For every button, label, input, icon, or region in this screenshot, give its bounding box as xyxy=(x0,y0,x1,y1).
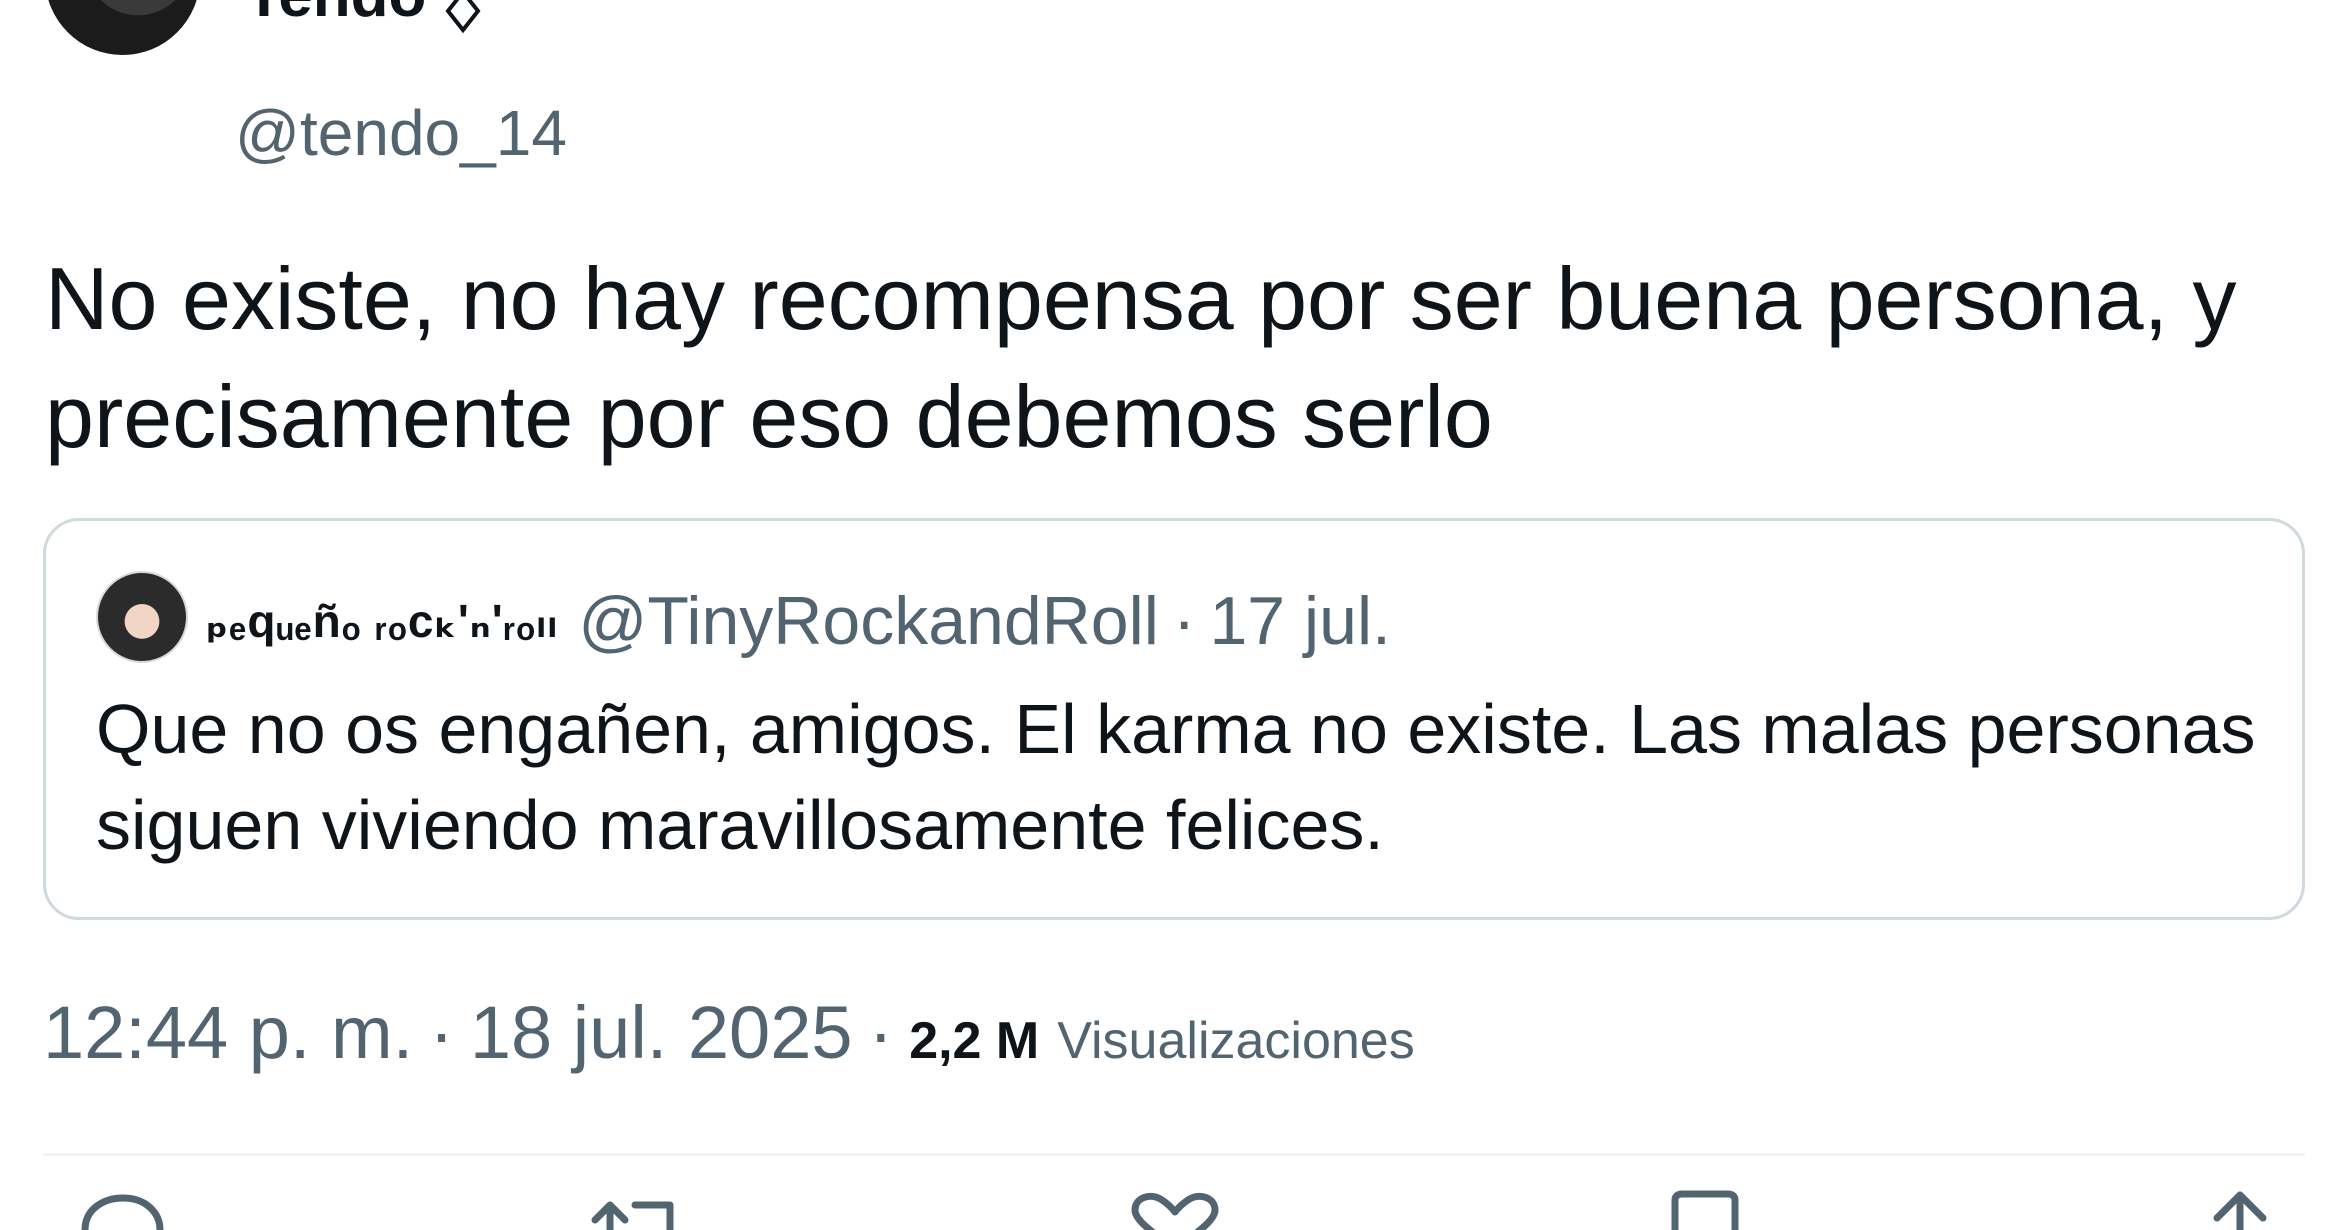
author-display-name-row[interactable]: Tendo xyxy=(245,0,486,34)
author-display-name[interactable]: Tendo xyxy=(245,0,426,32)
tweet-text: No existe, no hay recompensa por ser bue… xyxy=(45,249,2237,466)
action-bar xyxy=(0,1190,2350,1230)
tweet-time[interactable]: 12:44 p. m. xyxy=(43,990,413,1075)
author-avatar[interactable] xyxy=(45,0,200,55)
quoted-author-avatar xyxy=(96,571,188,663)
quoted-tweet-card[interactable]: ₚₑqᵤₑñₒ ᵣₒcₖ'ₙ'ᵣₒₗₗ @TinyRockandRoll · 1… xyxy=(43,518,2305,920)
like-icon[interactable] xyxy=(1120,1190,1230,1230)
quoted-tweet-text: Que no os engañen, amigos. El karma no e… xyxy=(96,690,2256,864)
diamond-badge-icon xyxy=(445,0,481,34)
bookmark-icon[interactable] xyxy=(1650,1190,1760,1230)
quoted-tweet-header: ₚₑqᵤₑñₒ ᵣₒcₖ'ₙ'ᵣₒₗₗ @TinyRockandRoll · 1… xyxy=(206,581,1391,661)
quoted-tweet-date: 17 jul. xyxy=(1209,583,1391,659)
tweet-detail-view: Tendo @tendo_14 No existe, no hay recomp… xyxy=(0,0,2350,1230)
tweet-meta: 12:44 p. m. · 18 jul. 2025 · 2,2 M Visua… xyxy=(43,990,1415,1086)
repost-icon[interactable] xyxy=(585,1190,695,1230)
views-count[interactable]: 2,2 M xyxy=(909,1011,1039,1071)
share-icon[interactable] xyxy=(2185,1190,2295,1230)
quoted-author-handle: @TinyRockandRoll xyxy=(578,583,1159,659)
quoted-separator: · xyxy=(1172,583,1196,659)
tweet-date[interactable]: 18 jul. 2025 xyxy=(470,990,853,1075)
meta-separator-1: · xyxy=(429,991,454,1074)
views-label[interactable]: Visualizaciones xyxy=(1057,1011,1414,1071)
author-handle[interactable]: @tendo_14 xyxy=(235,93,567,173)
divider xyxy=(43,1153,2305,1156)
meta-separator-2: · xyxy=(868,991,894,1074)
quoted-author-display-name: ₚₑqᵤₑñₒ ᵣₒcₖ'ₙ'ᵣₒₗₗ xyxy=(206,595,559,647)
reply-icon[interactable] xyxy=(65,1190,175,1230)
